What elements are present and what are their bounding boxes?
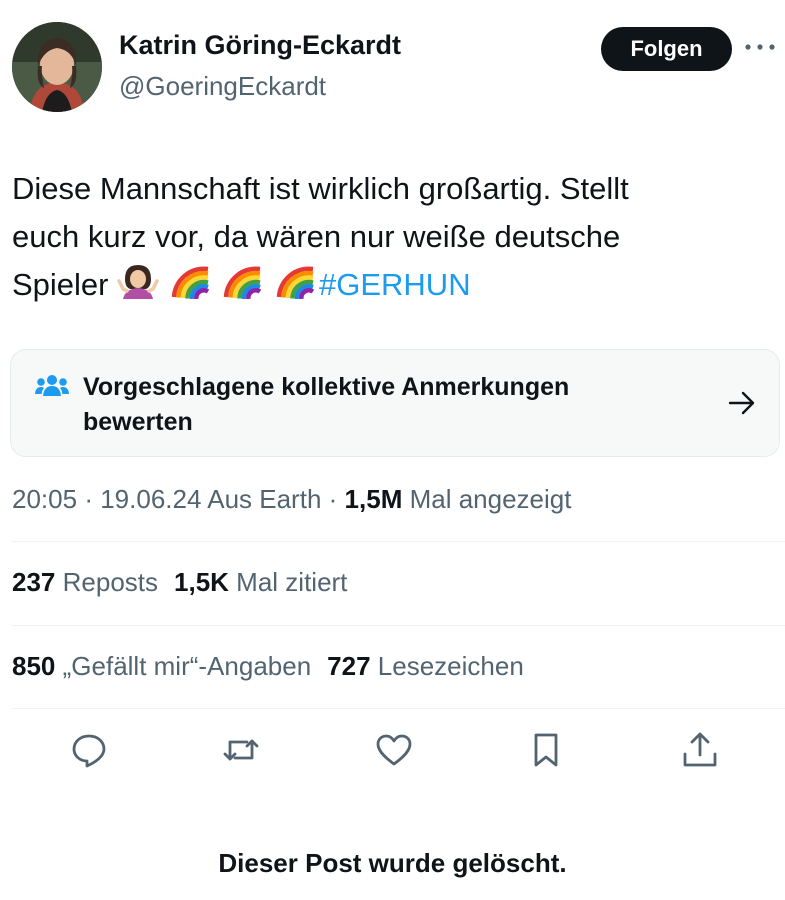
bookmarks-label: Lesezeichen	[377, 651, 524, 681]
people-icon	[35, 375, 69, 396]
rainbow-emoji	[222, 263, 264, 313]
rainbow-emoji	[275, 263, 317, 313]
reposts-link[interactable]: 237 Reposts	[12, 567, 158, 597]
avatar[interactable]	[12, 22, 102, 112]
tweet-line: Spieler #GERHUN	[12, 261, 772, 313]
reposts-label: Reposts	[62, 567, 159, 597]
meta-separator: ·	[328, 484, 338, 514]
follow-button[interactable]: Folgen	[601, 27, 732, 71]
stats-likes-bookmarks: 850 „Gefällt mir“-Angaben 727 Lesezeichen	[12, 651, 524, 682]
share-icon	[683, 732, 717, 767]
reply-button[interactable]	[67, 728, 111, 772]
bookmarks-stat: 727 Lesezeichen	[327, 651, 524, 681]
rainbow-emoji	[170, 263, 212, 313]
bookmark-icon	[534, 733, 558, 767]
likes-label: „Gefällt mir“-Angaben	[62, 651, 312, 681]
quotes-count: 1,5K	[174, 567, 229, 597]
tweet-line: Diese Mannschaft ist wirklich großartig.…	[12, 171, 629, 206]
author-name[interactable]: Katrin Göring-Eckardt	[119, 30, 401, 61]
divider	[12, 625, 785, 626]
views-count: 1,5M	[344, 484, 403, 514]
community-notes-card[interactable]: Vorgeschlagene kollektive Anmerkungen be…	[10, 349, 780, 457]
likes-link[interactable]: 850 „Gefällt mir“-Angaben	[12, 651, 311, 681]
reply-icon	[72, 734, 106, 768]
tweet-line: euch kurz vor, da wären nur weiße deutsc…	[12, 219, 621, 254]
views-label: Mal angezeigt	[409, 484, 572, 514]
quotes-link[interactable]: 1,5K Mal zitiert	[174, 567, 347, 597]
divider	[12, 708, 785, 709]
deleted-post-notice: Dieser Post wurde gelöscht.	[218, 848, 567, 878]
more-horizontal-icon	[745, 44, 775, 50]
more-options-button[interactable]	[743, 30, 777, 64]
tweet-text: Diese Mannschaft ist wirklich großartig.…	[12, 165, 772, 313]
share-button[interactable]	[678, 728, 722, 772]
bookmarks-count: 727	[327, 651, 371, 681]
quotes-label: Mal zitiert	[236, 567, 348, 597]
tweet-source: Aus Earth	[207, 484, 322, 514]
bookmark-button[interactable]	[524, 728, 568, 772]
community-notes-label: Vorgeschlagene kollektive Anmerkungen be…	[83, 373, 570, 436]
meta-separator: ·	[84, 484, 93, 514]
hashtag-link[interactable]: #GERHUN	[319, 267, 471, 302]
divider	[12, 541, 785, 542]
repost-icon	[223, 739, 259, 761]
tweet-date[interactable]: 19.06.24	[100, 484, 201, 514]
tweet-time[interactable]: 20:05	[12, 484, 77, 514]
arrow-right-icon	[728, 391, 755, 415]
repost-button[interactable]	[219, 728, 263, 772]
person-shrugging-emoji	[117, 263, 159, 313]
tweet-meta: 20:05 · 19.06.24 Aus Earth · 1,5M Mal an…	[12, 484, 571, 515]
stats-reposts-quotes: 237 Reposts 1,5K Mal zitiert	[12, 567, 347, 598]
reposts-count: 237	[12, 567, 56, 597]
author-handle[interactable]: @GoeringEckardt	[119, 71, 326, 102]
avatar-image	[12, 22, 102, 112]
like-icon	[376, 734, 412, 766]
like-button[interactable]	[372, 728, 416, 772]
likes-count: 850	[12, 651, 56, 681]
tweet-line-text: Spieler	[12, 267, 109, 302]
